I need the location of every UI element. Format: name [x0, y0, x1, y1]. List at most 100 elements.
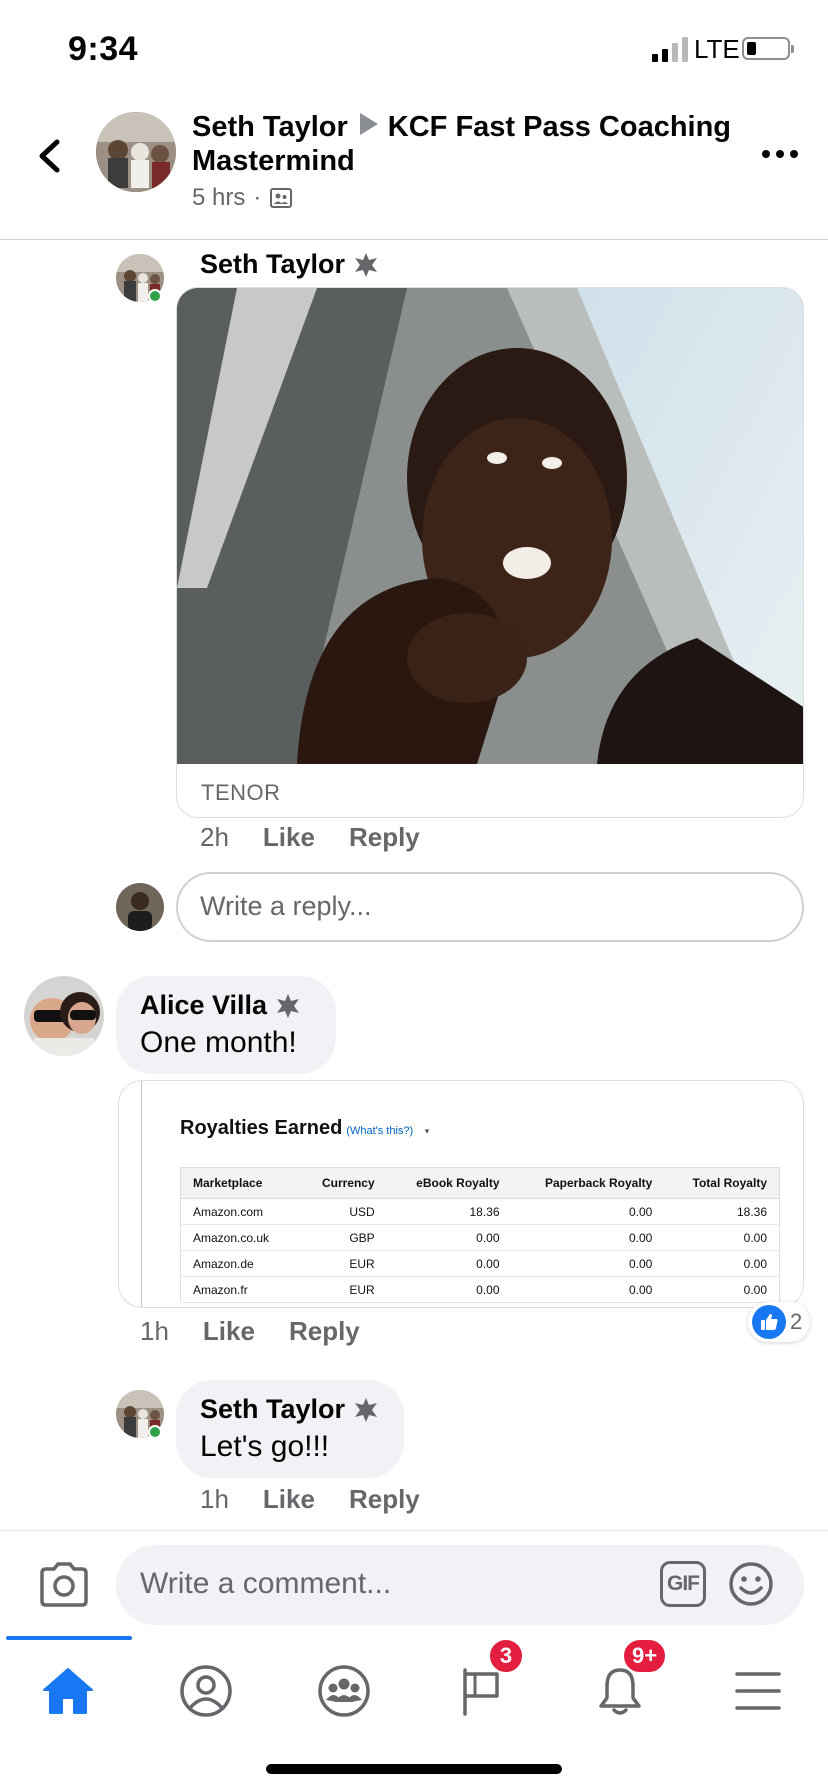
table-cell: Amazon.co.uk: [180, 1224, 298, 1251]
table-cell: EUR: [297, 1250, 387, 1277]
like-button[interactable]: Like: [263, 1484, 315, 1515]
more-options-button[interactable]: [760, 144, 800, 164]
table-cell: 0.00: [386, 1276, 512, 1303]
battery-icon: [742, 37, 794, 60]
comment-author[interactable]: Seth Taylor: [200, 1394, 379, 1425]
comment-time[interactable]: 1h: [140, 1316, 169, 1347]
profile-icon: [180, 1665, 232, 1717]
table-row: Amazon.fr EUR 0.00 0.00 0.00: [180, 1276, 780, 1303]
home-indicator[interactable]: [266, 1764, 562, 1774]
table-cell: 0.00: [386, 1250, 512, 1277]
comment-composer: Write a comment... GIF: [0, 1530, 828, 1636]
comment-time[interactable]: 2h: [200, 822, 229, 853]
table-cell: GBP: [297, 1224, 387, 1251]
gif-button[interactable]: GIF: [660, 1561, 706, 1607]
triangle-right-icon: [359, 113, 378, 135]
menu-icon: [735, 1672, 781, 1710]
gif-attachment[interactable]: TENOR: [176, 287, 804, 818]
tab-groups[interactable]: [284, 1652, 404, 1730]
tab-notifications[interactable]: 9+: [560, 1638, 680, 1730]
table-cell: Amazon.com: [180, 1198, 298, 1225]
author-avatar[interactable]: [96, 112, 176, 192]
status-bar: 9:34 LTE: [0, 0, 828, 96]
table-header-row: Marketplace Currency eBook Royalty Paper…: [180, 1167, 780, 1199]
notification-badge: 9+: [622, 1638, 668, 1674]
comment-text: One month!: [140, 1026, 297, 1059]
table-cell: USD: [297, 1198, 387, 1225]
comment-input[interactable]: Write a comment... GIF: [116, 1545, 804, 1625]
post-meta: 5 hrs ·: [192, 184, 293, 212]
table-cell: Amazon.de: [180, 1250, 298, 1277]
active-tab-indicator: [6, 1636, 132, 1640]
comment-author[interactable]: Alice Villa: [140, 990, 301, 1021]
image-attachment[interactable]: Royalties Earned (What's this?) ▾ Marketp…: [118, 1080, 804, 1308]
table-cell: 0.00: [664, 1250, 780, 1277]
camera-button[interactable]: [38, 1561, 90, 1609]
table-cell: Amazon.fr: [180, 1276, 298, 1303]
table-row: Amazon.de EUR 0.00 0.00 0.00: [180, 1250, 780, 1277]
comment-time[interactable]: 1h: [200, 1484, 229, 1515]
reply-button[interactable]: Reply: [349, 1484, 420, 1515]
comment-input-placeholder: Write a comment...: [140, 1567, 392, 1600]
royalties-title-label: Royalties Earned: [180, 1117, 343, 1139]
top-contributor-star-icon: [355, 1397, 378, 1422]
online-status-dot: [148, 1425, 162, 1439]
comment-text: Let's go!!!: [200, 1430, 330, 1463]
column-header: Paperback Royalty: [511, 1167, 665, 1199]
royalties-table: Marketplace Currency eBook Royalty Paper…: [180, 1167, 780, 1303]
notification-badge: 3: [488, 1638, 524, 1674]
comment-actions: 1h Like Reply: [200, 1484, 420, 1515]
table-cell: 0.00: [511, 1250, 665, 1277]
reaction-count: 2: [790, 1309, 803, 1334]
home-icon: [43, 1668, 93, 1714]
table-cell: 0.00: [386, 1224, 512, 1251]
bottom-tab-bar: 3 9+: [0, 1636, 828, 1736]
table-cell: 18.36: [664, 1198, 780, 1225]
top-contributor-star-icon: [355, 252, 378, 277]
like-icon: [752, 1305, 786, 1339]
group-privacy-icon: [270, 188, 293, 208]
post-time[interactable]: 5 hrs: [192, 184, 245, 212]
comment-actions: 2h Like Reply: [200, 822, 420, 853]
tab-profile[interactable]: [146, 1652, 266, 1730]
column-header: Total Royalty: [664, 1167, 780, 1199]
table-cell: 0.00: [511, 1276, 665, 1303]
table-cell: 0.00: [664, 1224, 780, 1251]
comment-actions: 1h Like Reply: [140, 1316, 360, 1347]
smiley-icon: [729, 1562, 773, 1606]
reply-button[interactable]: Reply: [289, 1316, 360, 1347]
tab-pages[interactable]: 3: [422, 1638, 542, 1730]
like-button[interactable]: Like: [203, 1316, 255, 1347]
column-header: Marketplace: [180, 1167, 298, 1199]
table-cell: 0.00: [511, 1224, 665, 1251]
table-cell: 0.00: [664, 1276, 780, 1303]
gif-image[interactable]: [177, 288, 803, 764]
like-button[interactable]: Like: [263, 822, 315, 853]
emoji-button[interactable]: [728, 1561, 774, 1607]
author-name[interactable]: Seth Taylor: [192, 111, 348, 143]
table-cell: 0.00: [511, 1198, 665, 1225]
dropdown-caret-icon: ▾: [424, 1126, 430, 1136]
more-horizontal-icon: [762, 150, 798, 158]
post-title: Seth Taylor KCF Fast Pass Coaching Master…: [192, 110, 732, 178]
comment-author-label: Alice Villa: [140, 990, 268, 1020]
comment-author[interactable]: Seth Taylor: [200, 249, 379, 280]
reply-input[interactable]: Write a reply...: [176, 872, 804, 942]
commenter-avatar[interactable]: [24, 976, 104, 1056]
royalties-screenshot: Royalties Earned (What's this?) ▾ Marketp…: [141, 1081, 803, 1307]
online-status-dot: [148, 289, 162, 303]
reply-button[interactable]: Reply: [349, 822, 420, 853]
groups-icon: [318, 1665, 370, 1717]
tab-menu[interactable]: [698, 1652, 818, 1730]
status-time: 9:34: [68, 30, 139, 68]
comment-author-label: Seth Taylor: [200, 1394, 346, 1424]
chevron-left-icon: [39, 139, 60, 173]
back-button[interactable]: [30, 126, 70, 186]
table-cell: 18.36: [386, 1198, 512, 1225]
tab-home[interactable]: [8, 1652, 128, 1730]
reaction-summary[interactable]: 2: [748, 1302, 811, 1342]
column-header: Currency: [297, 1167, 387, 1199]
table-row: Amazon.com USD 18.36 0.00 18.36: [180, 1198, 780, 1225]
royalties-title: Royalties Earned (What's this?) ▾: [180, 1117, 429, 1140]
column-header: eBook Royalty: [386, 1167, 512, 1199]
